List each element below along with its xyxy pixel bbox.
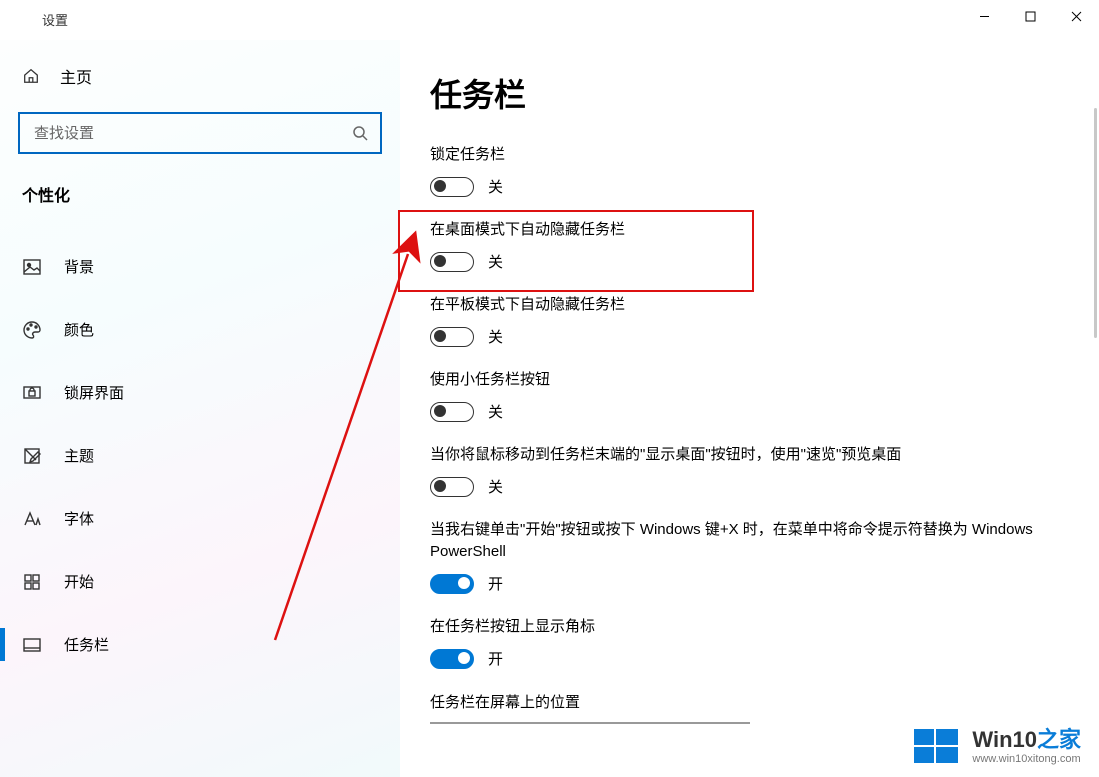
toggle-state: 关 xyxy=(488,251,503,272)
sidebar-item-lockscreen[interactable]: 锁屏界面 xyxy=(0,368,400,417)
toggle-badges[interactable] xyxy=(430,649,474,669)
setting-powershell: 当我右键单击"开始"按钮或按下 Windows 键+X 时，在菜单中将命令提示符… xyxy=(430,519,1059,594)
setting-label: 当我右键单击"开始"按钮或按下 Windows 键+X 时，在菜单中将命令提示符… xyxy=(430,519,1059,563)
setting-label: 在平板模式下自动隐藏任务栏 xyxy=(430,294,1059,316)
nav-label: 开始 xyxy=(64,571,94,592)
setting-lock-taskbar: 锁定任务栏 关 xyxy=(430,144,1059,197)
setting-hide-tablet: 在平板模式下自动隐藏任务栏 关 xyxy=(430,294,1059,347)
palette-icon xyxy=(22,320,42,340)
setting-label: 在任务栏按钮上显示角标 xyxy=(430,616,1059,638)
toggle-small-buttons[interactable] xyxy=(430,402,474,422)
setting-badges: 在任务栏按钮上显示角标 开 xyxy=(430,616,1059,669)
home-label: 主页 xyxy=(60,64,92,88)
setting-label: 在桌面模式下自动隐藏任务栏 xyxy=(430,219,1059,241)
taskbar-icon xyxy=(22,635,42,655)
taskbar-location-dropdown[interactable] xyxy=(430,722,750,724)
toggle-hide-desktop[interactable] xyxy=(430,252,474,272)
nav-label: 字体 xyxy=(64,508,94,529)
start-icon xyxy=(22,572,42,592)
sidebar-item-theme[interactable]: 主题 xyxy=(0,431,400,480)
nav-label: 锁屏界面 xyxy=(64,382,124,403)
search-input-wrap[interactable] xyxy=(18,112,382,154)
sidebar-item-font[interactable]: 字体 xyxy=(0,494,400,543)
watermark-brand: Win10之家 xyxy=(972,729,1081,751)
font-icon xyxy=(22,509,42,529)
toggle-lock-taskbar[interactable] xyxy=(430,177,474,197)
section-heading: 个性化 xyxy=(0,174,400,216)
sidebar-item-color[interactable]: 颜色 xyxy=(0,305,400,354)
setting-peek: 当你将鼠标移动到任务栏末端的"显示桌面"按钮时，使用"速览"预览桌面 关 xyxy=(430,444,1059,497)
main-content: 任务栏 锁定任务栏 关 在桌面模式下自动隐藏任务栏 关 在平板模式下自动隐藏任务… xyxy=(400,40,1099,777)
toggle-peek[interactable] xyxy=(430,477,474,497)
toggle-hide-tablet[interactable] xyxy=(430,327,474,347)
toggle-powershell[interactable] xyxy=(430,574,474,594)
nav-label: 主题 xyxy=(64,445,94,466)
setting-label: 当你将鼠标移动到任务栏末端的"显示桌面"按钮时，使用"速览"预览桌面 xyxy=(430,444,1059,466)
window-controls xyxy=(961,0,1099,32)
windows-logo-icon xyxy=(914,729,960,765)
setting-hide-desktop: 在桌面模式下自动隐藏任务栏 关 xyxy=(430,219,1059,272)
close-button[interactable] xyxy=(1053,0,1099,32)
theme-icon xyxy=(22,446,42,466)
nav-label: 颜色 xyxy=(64,319,94,340)
toggle-state: 关 xyxy=(488,326,503,347)
title-bar: 设置 xyxy=(0,0,1099,40)
sidebar-item-taskbar[interactable]: 任务栏 xyxy=(0,620,400,669)
setting-label: 使用小任务栏按钮 xyxy=(430,369,1059,391)
toggle-state: 关 xyxy=(488,401,503,422)
toggle-state: 开 xyxy=(488,648,503,669)
home-nav[interactable]: 主页 xyxy=(0,40,400,112)
maximize-button[interactable] xyxy=(1007,0,1053,32)
toggle-state: 关 xyxy=(488,476,503,497)
toggle-state: 开 xyxy=(488,573,503,594)
setting-small-buttons: 使用小任务栏按钮 关 xyxy=(430,369,1059,422)
sidebar-item-start[interactable]: 开始 xyxy=(0,557,400,606)
setting-label: 锁定任务栏 xyxy=(430,144,1059,166)
page-title: 任务栏 xyxy=(430,70,1059,116)
scrollbar-thumb[interactable] xyxy=(1094,108,1097,338)
toggle-state: 关 xyxy=(488,176,503,197)
search-input[interactable] xyxy=(32,124,352,143)
nav-label: 任务栏 xyxy=(64,634,109,655)
sidebar-item-background[interactable]: 背景 xyxy=(0,242,400,291)
nav-label: 背景 xyxy=(64,256,94,277)
sidebar: 主页 个性化 背景 颜色 xyxy=(0,40,400,777)
app-title: 设置 xyxy=(42,10,68,29)
minimize-button[interactable] xyxy=(961,0,1007,32)
home-icon xyxy=(22,67,40,85)
lockscreen-icon xyxy=(22,383,42,403)
watermark-url: www.win10xitong.com xyxy=(972,753,1081,765)
image-icon xyxy=(22,257,42,277)
taskbar-location-label: 任务栏在屏幕上的位置 xyxy=(430,691,1059,712)
watermark: Win10之家 www.win10xitong.com xyxy=(914,729,1081,765)
search-icon xyxy=(352,125,368,141)
nav-list: 背景 颜色 锁屏界面 主题 xyxy=(0,216,400,669)
